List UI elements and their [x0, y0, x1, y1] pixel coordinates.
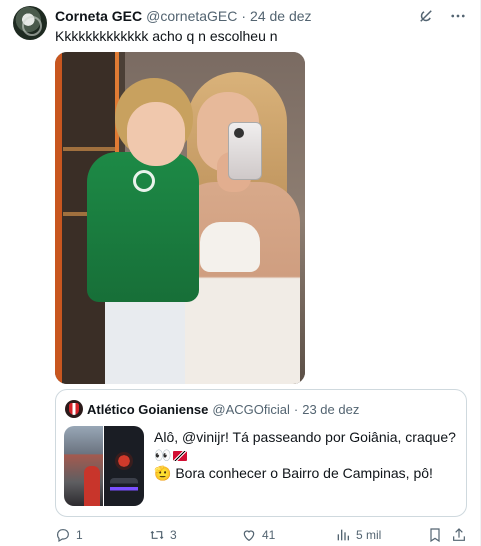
quoted-media-phone-screenshot — [104, 426, 144, 506]
author-avatar[interactable] — [13, 6, 47, 40]
tweet-header: Corneta GEC @cornetaGEC · 24 de dez — [55, 6, 312, 26]
photo-child-face — [127, 102, 185, 166]
tweet-photo[interactable] — [55, 52, 305, 384]
heart-icon — [243, 530, 255, 542]
views-chart-icon — [337, 529, 349, 541]
photo-woman-top — [200, 222, 260, 272]
repost-count: 3 — [170, 528, 177, 542]
trinidad-flag-icon — [173, 451, 188, 461]
quoted-date: 23 de dez — [302, 401, 360, 417]
author-name[interactable]: Corneta GEC — [55, 8, 142, 24]
share-button[interactable] — [451, 526, 467, 544]
views-button[interactable]: 5 mil — [335, 526, 381, 544]
quoted-separator: · — [293, 401, 299, 417]
bookmark-icon — [430, 528, 440, 543]
tweet-actions-bar: 1 3 41 5 mil — [55, 526, 467, 544]
quoted-text-line-2: 🫡 Bora conhecer o Bairro de Campinas, pô… — [154, 465, 433, 481]
views-count: 5 mil — [356, 528, 382, 542]
bookmark-button[interactable] — [427, 526, 443, 544]
tweet-text: Kkkkkkkkkkkkk acho q n escolheu n — [55, 28, 278, 44]
quoted-author-handle: @ACGOficial — [212, 401, 290, 417]
repost-icon — [150, 530, 164, 540]
like-count: 41 — [262, 528, 276, 542]
reply-count: 1 — [76, 528, 83, 542]
tweet-date[interactable]: 24 de dez — [250, 8, 312, 24]
quoted-text: Alô, @vinijr! Tá passeando por Goiânia, … — [154, 428, 460, 482]
tweet-top-actions — [416, 6, 468, 26]
photo-shirt-badge — [133, 170, 155, 192]
quoted-media-street-photo — [64, 426, 103, 506]
quoted-media[interactable] — [64, 426, 144, 506]
photo-phone — [228, 122, 262, 180]
share-icon — [453, 528, 465, 541]
like-button[interactable]: 41 — [241, 526, 275, 544]
quoted-author-avatar[interactable] — [65, 400, 83, 418]
photo-shelf-board — [63, 147, 115, 151]
photo-child-legs — [105, 292, 185, 384]
tweet[interactable]: Corneta GEC @cornetaGEC · 24 de dez Kkkk… — [0, 0, 481, 546]
grok-icon[interactable] — [416, 6, 436, 26]
quoted-text-line-1: Alô, @vinijr! Tá passeando por Goiânia, … — [154, 429, 456, 463]
header-separator: · — [241, 8, 247, 24]
more-icon[interactable] — [448, 6, 468, 26]
author-handle[interactable]: @cornetaGEC — [146, 8, 237, 24]
reply-button[interactable]: 1 — [55, 526, 83, 544]
quoted-tweet[interactable]: Atlético Goianiense @ACGOficial · 23 de … — [55, 389, 467, 517]
quoted-author-name: Atlético Goianiense — [87, 401, 209, 417]
repost-button[interactable]: 3 — [149, 526, 177, 544]
quoted-header: Atlético Goianiense @ACGOficial · 23 de … — [87, 400, 359, 418]
reply-icon — [57, 529, 69, 543]
